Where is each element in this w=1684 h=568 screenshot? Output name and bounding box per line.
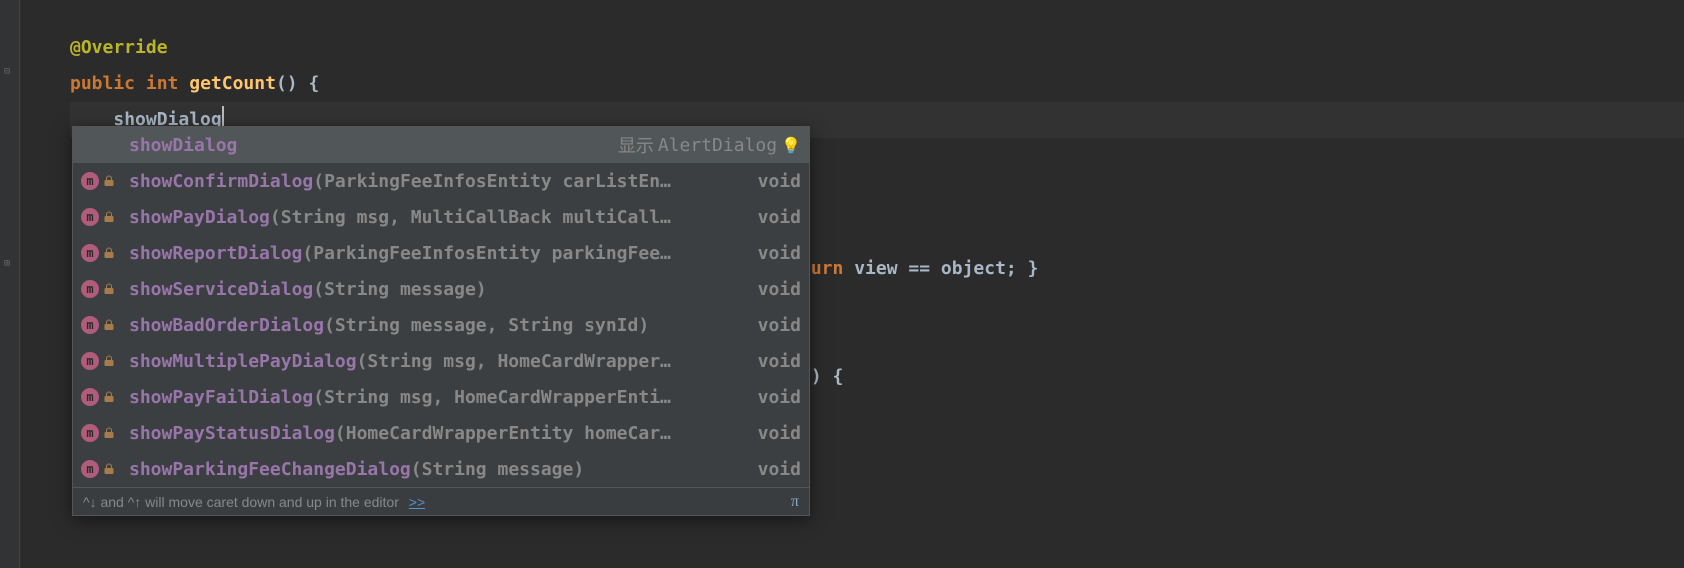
completion-item[interactable]: m showServiceDialog(String message) void <box>73 271 809 307</box>
lock-icon <box>103 211 115 223</box>
completion-icon-slot: m <box>81 388 121 406</box>
method-icon: m <box>81 424 99 442</box>
completion-text: showConfirmDialog(ParkingFeeInfosEntity … <box>129 171 671 192</box>
completion-item[interactable]: m showPayFailDialog(String msg, HomeCardW… <box>73 379 809 415</box>
completion-return-type: void <box>742 207 801 228</box>
completion-text: showBadOrderDialog(String message, Strin… <box>129 315 649 336</box>
method-icon: m <box>81 244 99 262</box>
completion-return-type: void <box>742 171 801 192</box>
footer-link[interactable]: >> <box>409 494 425 510</box>
completion-text: showPayDialog(String msg, MultiCallBack … <box>129 207 671 228</box>
completion-icon-slot: m <box>81 208 121 226</box>
completion-icon-slot: m <box>81 460 121 478</box>
completion-text: showPayFailDialog(String msg, HomeCardWr… <box>129 387 671 408</box>
completion-item[interactable]: m showMultiplePayDialog(String msg, HomeC… <box>73 343 809 379</box>
code-line: public int getCount() { <box>70 66 1684 102</box>
completion-icon-slot: m <box>81 172 121 190</box>
lock-icon <box>103 247 115 259</box>
completion-icon-slot: m <box>81 280 121 298</box>
bulb-icon: 💡 <box>781 136 801 155</box>
fold-marker-icon[interactable]: ⊞ <box>4 258 10 269</box>
code-line: @Override <box>70 30 1684 66</box>
method-icon: m <box>81 316 99 334</box>
completion-icon-slot: m <box>81 316 121 334</box>
annotation: @Override <box>70 37 168 58</box>
background-code: turn view == object; } <box>800 258 1038 279</box>
code-editor[interactable]: @Override public int getCount() { showDi… <box>0 0 1684 138</box>
method-icon: m <box>81 172 99 190</box>
completion-item[interactable]: m showBadOrderDialog(String message, Stri… <box>73 307 809 343</box>
lock-icon <box>103 283 115 295</box>
completion-item[interactable]: m showPayStatusDialog(HomeCardWrapperEnti… <box>73 415 809 451</box>
completion-item[interactable]: m showParkingFeeChangeDialog(String messa… <box>73 451 809 487</box>
completion-item[interactable]: m showConfirmDialog(ParkingFeeInfosEntity… <box>73 163 809 199</box>
completion-text: showPayStatusDialog(HomeCardWrapperEntit… <box>129 423 671 444</box>
lock-icon <box>103 391 115 403</box>
completion-return-type: void <box>742 243 801 264</box>
completion-icon-slot: m <box>81 244 121 262</box>
completion-icon-slot: m <box>81 424 121 442</box>
lock-icon <box>103 463 115 475</box>
footer-hint: ^↓ and ^↑ will move caret down and up in… <box>83 494 399 510</box>
completion-return-type: void <box>742 423 801 444</box>
completion-return-type: void <box>742 387 801 408</box>
lock-icon <box>103 355 115 367</box>
method-icon: m <box>81 388 99 406</box>
completion-return-type: void <box>742 351 801 372</box>
method-icon: m <box>81 280 99 298</box>
completion-icon-slot: m <box>81 352 121 370</box>
completion-text: showParkingFeeChangeDialog(String messag… <box>129 459 584 480</box>
method-icon: m <box>81 208 99 226</box>
popup-footer: ^↓ and ^↑ will move caret down and up in… <box>73 487 809 515</box>
completion-name: showDialog <box>129 135 237 156</box>
pi-icon[interactable]: π <box>791 493 799 511</box>
completion-return-type: void <box>742 279 801 300</box>
method-icon: m <box>81 460 99 478</box>
completion-text: showReportDialog(ParkingFeeInfosEntity p… <box>129 243 671 264</box>
completion-item[interactable]: m showReportDialog(ParkingFeeInfosEntity … <box>73 235 809 271</box>
completion-hint: 显示AlertDialog💡 <box>618 132 801 158</box>
method-icon: m <box>81 352 99 370</box>
lock-icon <box>103 427 115 439</box>
lock-icon <box>103 175 115 187</box>
completion-return-type: void <box>742 315 801 336</box>
completion-text: showServiceDialog(String message) <box>129 279 487 300</box>
completion-popup[interactable]: showDialog 显示AlertDialog💡 m showConfirmDi… <box>72 126 810 516</box>
completion-return-type: void <box>742 459 801 480</box>
completion-text: showMultiplePayDialog(String msg, HomeCa… <box>129 351 671 372</box>
completion-item-selected[interactable]: showDialog 显示AlertDialog💡 <box>73 127 809 163</box>
lock-icon <box>103 319 115 331</box>
completion-item[interactable]: m showPayDialog(String msg, MultiCallBack… <box>73 199 809 235</box>
